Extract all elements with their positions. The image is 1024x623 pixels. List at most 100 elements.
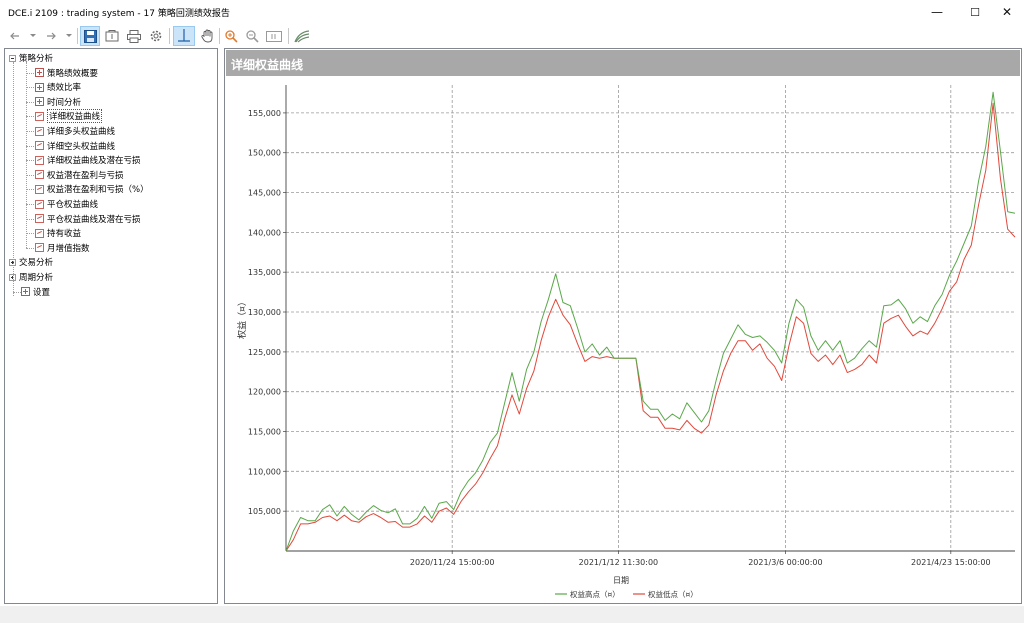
settings-icon[interactable] — [147, 26, 165, 46]
y-tick-label: 155,000 — [248, 109, 281, 118]
equity-chart[interactable]: 105,000 110,000 115,000 120,000 125,000 130,0… — [225, 49, 1021, 603]
maximize-button[interactable]: ☐ — [958, 0, 992, 24]
tree-item-label: 绩效比率 — [47, 83, 82, 94]
tree-connector — [26, 233, 34, 235]
tree-item-label: 平仓权益曲线 — [47, 200, 99, 210]
tree-connector — [26, 174, 34, 176]
x-axis-label: 日期 — [613, 576, 629, 585]
tree-group[interactable]: 周期分析 — [9, 270, 53, 284]
tree-connector — [26, 87, 34, 89]
tree-item[interactable]: 权益潜在盈利和亏损（%） — [35, 182, 149, 196]
tree-item[interactable]: 时间分析 — [35, 95, 81, 109]
tree-connector — [26, 116, 34, 118]
chart-report-icon — [35, 111, 44, 121]
tree-item[interactable]: 详细多头权益曲线 — [35, 124, 115, 138]
collapse-icon[interactable] — [9, 54, 16, 62]
tree-item[interactable]: 绩效比率 — [35, 80, 81, 94]
tree-connector — [13, 62, 14, 296]
tree-item-label: 策略绩效概要 — [47, 68, 99, 79]
minimize-button[interactable]: — — [920, 0, 954, 24]
chart-report-icon — [35, 126, 44, 136]
chart-panel: 详细权益曲线 105,000 110,000 115,000 120,000 125,0… — [224, 48, 1022, 604]
save-icon[interactable] — [80, 26, 100, 46]
tree-item-label: 设置 — [33, 287, 51, 298]
zoom-in-icon[interactable] — [222, 26, 240, 46]
back-arrow-icon[interactable] — [8, 26, 22, 46]
crosshair-icon[interactable] — [173, 26, 195, 46]
tree-item[interactable]: 持有收益 — [35, 226, 81, 240]
close-button[interactable]: ✕ — [990, 0, 1024, 24]
tree-connector — [26, 218, 34, 220]
series-line-0 — [285, 91, 1016, 552]
chart-report-icon — [35, 214, 44, 224]
tree-item-label: 周期分析 — [19, 273, 54, 283]
tree-item-label: 策略分析 — [19, 54, 54, 64]
print-icon[interactable] — [125, 26, 143, 46]
tree-connector — [26, 247, 34, 249]
chart-report-icon — [35, 199, 44, 209]
tree-group[interactable]: 策略分析 — [9, 51, 53, 65]
tree-connector — [26, 62, 27, 248]
tree-item[interactable]: 详细权益曲线 — [35, 109, 103, 124]
series-line-1 — [285, 102, 1016, 552]
pan-hand-icon[interactable] — [198, 26, 216, 46]
open-report-icon[interactable] — [103, 26, 121, 46]
chart-report-icon — [35, 155, 44, 165]
tree-item[interactable]: 平仓权益曲线及潜在亏损 — [35, 212, 141, 226]
y-tick-label: 150,000 — [248, 149, 281, 158]
tree-connector — [26, 72, 34, 74]
chart-report-icon — [35, 141, 44, 151]
y-tick-label: 135,000 — [248, 268, 281, 277]
tree-connector — [26, 160, 34, 162]
chart-report-icon — [35, 243, 44, 253]
table-report-icon — [35, 68, 44, 78]
table-report-icon — [35, 97, 44, 107]
y-tick-label: 145,000 — [248, 189, 281, 198]
x-tick-label: 2021/4/23 15:00:00 — [911, 558, 991, 567]
tree-connector — [26, 131, 34, 132]
tree-item-label: 时间分析 — [47, 97, 82, 108]
tree-item[interactable]: 月增值指数 — [35, 241, 90, 255]
chart-style-icon[interactable] — [292, 26, 312, 46]
tree-item[interactable]: 平仓权益曲线 — [35, 197, 98, 211]
tree-item-label: 详细空头权益曲线 — [47, 141, 116, 152]
title-bar: DCE.i 2109 : trading system - 17 策略回测绩效报… — [0, 0, 1024, 24]
chart-report-icon — [35, 228, 44, 238]
tree-item[interactable]: 设置 — [21, 285, 50, 299]
y-tick-label: 120,000 — [248, 388, 281, 397]
toolbar-separator — [77, 28, 78, 44]
tree-item[interactable]: 详细空头权益曲线 — [35, 139, 115, 153]
tree-item-label: 平仓权益曲线及潜在亏损 — [47, 214, 141, 225]
tree-item-label: 详细权益曲线及潜在亏损 — [47, 156, 141, 167]
x-tick-label: 2021/3/6 00:00:00 — [748, 558, 822, 567]
tree-item-label: 详细多头权益曲线 — [47, 127, 116, 137]
legend-entry: 权益高点（¤） — [570, 589, 620, 599]
tree-item-label: 权益潜在盈利与亏损 — [47, 170, 124, 181]
tree-item-label: 月增值指数 — [47, 243, 90, 254]
status-bar — [0, 606, 1024, 623]
y-tick-label: 130,000 — [248, 308, 281, 317]
tree-item[interactable]: 策略绩效概要 — [35, 66, 98, 80]
tree-connector — [26, 101, 34, 103]
legend-entry: 权益低点（¤） — [648, 589, 698, 599]
forward-arrow-icon[interactable] — [44, 26, 58, 46]
tree-connector — [13, 291, 21, 293]
table-report-icon — [35, 82, 44, 92]
tree-item[interactable]: 详细权益曲线及潜在亏损 — [35, 153, 141, 167]
tree-group[interactable]: 交易分析 — [9, 255, 53, 269]
zoom-fit-icon[interactable] — [264, 26, 284, 46]
y-tick-label: 105,000 — [248, 507, 281, 516]
toolbar-separator — [219, 28, 220, 44]
y-tick-label: 110,000 — [248, 467, 281, 476]
tree-item-label: 交易分析 — [19, 258, 54, 269]
y-tick-label: 115,000 — [248, 428, 281, 437]
y-tick-label: 125,000 — [248, 348, 281, 357]
chart-report-icon — [35, 170, 44, 180]
tree-item[interactable]: 权益潜在盈利与亏损 — [35, 168, 124, 182]
tree-item-label: 持有收益 — [47, 229, 82, 240]
back-dropdown-icon[interactable] — [28, 26, 38, 46]
window-title: DCE.i 2109 : trading system - 17 策略回测绩效报… — [8, 9, 230, 19]
tree-item-label: 详细权益曲线 — [47, 109, 103, 124]
forward-dropdown-icon[interactable] — [64, 26, 74, 46]
zoom-out-icon[interactable] — [243, 26, 261, 46]
